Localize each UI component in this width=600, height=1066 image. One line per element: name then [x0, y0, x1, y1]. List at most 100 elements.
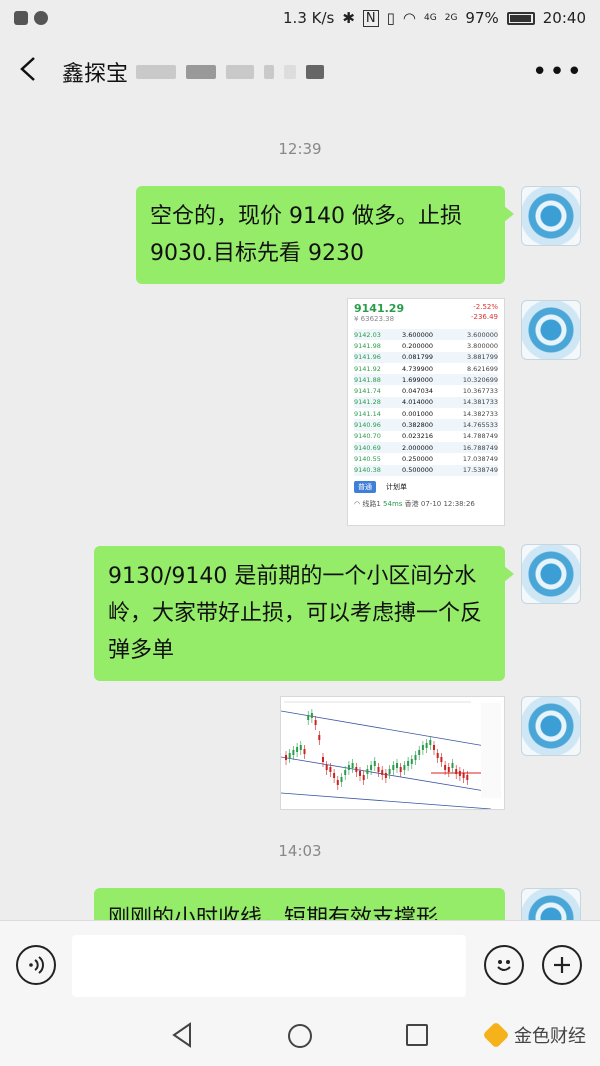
candle-body	[322, 757, 324, 762]
candle-body	[399, 767, 402, 772]
candlestick-chart-image[interactable]	[280, 696, 505, 810]
nav-home-icon[interactable]	[288, 1024, 312, 1048]
orderbook-row: 9141.14 0.001000 14.382733	[354, 408, 498, 419]
wifi-icon: ◠	[402, 9, 417, 27]
candle-body	[466, 775, 469, 780]
candle-body	[403, 765, 406, 770]
avatar[interactable]	[521, 186, 581, 246]
candle-body	[340, 777, 343, 782]
orderbook-price: 9141.29	[354, 302, 405, 315]
candles	[285, 709, 469, 790]
plus-button[interactable]	[542, 945, 582, 985]
watermark: 金色财经	[482, 1021, 586, 1049]
orderbook-cell: 3.600000	[402, 330, 434, 339]
nfc-icon: N	[362, 9, 379, 27]
candle-body	[421, 745, 424, 750]
orderbook-row: 9140.70 0.023216 14.788749	[354, 431, 498, 442]
candle-body	[325, 765, 328, 770]
orderbook-cell: 9140.38	[354, 466, 381, 475]
avatar[interactable]	[521, 300, 581, 360]
timestamp: 14:03	[278, 842, 322, 860]
orderbook-cell: 14.765533	[462, 421, 498, 430]
orderbook-row: 9141.74 0.047034 10.367733	[354, 385, 498, 396]
candle-body	[381, 770, 384, 775]
nav-back-icon[interactable]	[170, 1022, 194, 1048]
orderbook-row: 9140.38 0.500000 17.538749	[354, 464, 498, 476]
candle-body	[336, 780, 339, 785]
candlestick-chart	[280, 701, 501, 810]
avatar[interactable]	[521, 888, 581, 920]
emoji-button[interactable]	[484, 945, 524, 985]
candle-body	[433, 745, 435, 750]
message-bubble[interactable]: 9130/9140 是前期的一个小区间分水岭，大家带好止损，可以考虑搏一个反弹多…	[94, 546, 514, 681]
candle-body	[288, 753, 291, 758]
line-label: 线路1	[362, 499, 381, 508]
battery-icon	[506, 11, 535, 25]
candle-body	[362, 775, 365, 780]
orderbook-cell: 4.014000	[402, 398, 434, 407]
candle-body	[359, 771, 361, 776]
candle-body	[314, 720, 317, 725]
orderbook-row: 9140.55 0.250000 17.038749	[354, 453, 498, 464]
orderbook-row: 9141.98 0.200000 3.800000	[354, 340, 498, 351]
avatar[interactable]	[521, 696, 581, 756]
orderbook-cell: 0.200000	[402, 341, 434, 350]
message-bubble[interactable]: 刚刚的小时收线，短期有效支撑形	[94, 888, 505, 920]
candle-body	[329, 767, 332, 772]
candle-body	[429, 740, 432, 745]
orderbook-cell: 0.382800	[402, 421, 434, 430]
candle-body	[347, 765, 350, 770]
chat-history[interactable]: 12:39 空仓的，现价 9140 做多。止损 9030.目标先看 9230 9…	[0, 108, 600, 920]
app-notification-icon	[14, 11, 28, 25]
emoji-icon	[497, 960, 511, 971]
candle-body	[366, 769, 369, 774]
wechat-notification-icon	[34, 11, 48, 25]
orderbook-cell: 17.038749	[462, 454, 498, 463]
orderbook-cell: 17.538749	[462, 466, 498, 475]
message-input[interactable]	[72, 935, 466, 997]
candle-body	[333, 773, 336, 778]
candle-body	[370, 765, 373, 770]
voice-button[interactable]	[16, 945, 56, 985]
orderbook-row: 9141.96 0.081799 3.881799	[354, 351, 498, 363]
orderbook-cell: 9140.69	[354, 443, 381, 452]
more-button[interactable]: •••	[532, 57, 584, 87]
orderbook-cell: 9141.74	[354, 387, 381, 396]
orderbook-cell: 14.381733	[462, 398, 498, 407]
bluetooth-icon: ✱	[342, 9, 355, 27]
avatar[interactable]	[521, 544, 581, 604]
orderbook-cell: 3.881799	[466, 353, 498, 362]
candle-body	[388, 769, 391, 774]
candle-body	[410, 759, 413, 764]
orderbook-cell: 16.788749	[462, 443, 498, 452]
orderbook-change-abs: -236.49	[470, 313, 498, 321]
candle-body	[447, 767, 450, 772]
orderbook-cell: 10.320699	[462, 375, 498, 384]
candle-body	[407, 761, 410, 766]
candle-body	[296, 747, 299, 752]
back-button[interactable]	[16, 54, 52, 90]
nav-recent-icon[interactable]	[406, 1024, 428, 1046]
orderbook-image[interactable]: 9141.29 ¥ 63623.38 -2.52% -236.49 9142.0…	[347, 298, 505, 526]
candle-body	[344, 770, 347, 775]
watermark-logo-icon	[482, 1021, 510, 1049]
candle-body	[384, 773, 387, 778]
candle-body	[444, 765, 447, 770]
message-bubble[interactable]: 空仓的，现价 9140 做多。止损 9030.目标先看 9230	[136, 186, 514, 284]
orderbook-row: 9140.96 0.382800 14.765533	[354, 419, 498, 431]
candle-body	[458, 771, 461, 776]
orderbook-cell: 0.500000	[402, 466, 434, 475]
orderbook-cell: 9140.96	[354, 421, 381, 430]
redacted-title	[136, 65, 325, 79]
orderbook-cell: 9140.55	[354, 454, 381, 463]
input-bar	[0, 920, 600, 1008]
candle-body	[299, 745, 302, 750]
wifi-icon: ◠	[354, 499, 361, 508]
candle-body	[373, 761, 376, 766]
orderbook-cell: 9141.14	[354, 409, 381, 418]
system-nav-bar: 金色财经	[0, 1008, 600, 1066]
server-time: 香港 07-10 12:38:26	[404, 499, 475, 508]
candle-body	[425, 743, 428, 748]
candle-body	[396, 763, 398, 768]
candle-body	[292, 750, 295, 755]
